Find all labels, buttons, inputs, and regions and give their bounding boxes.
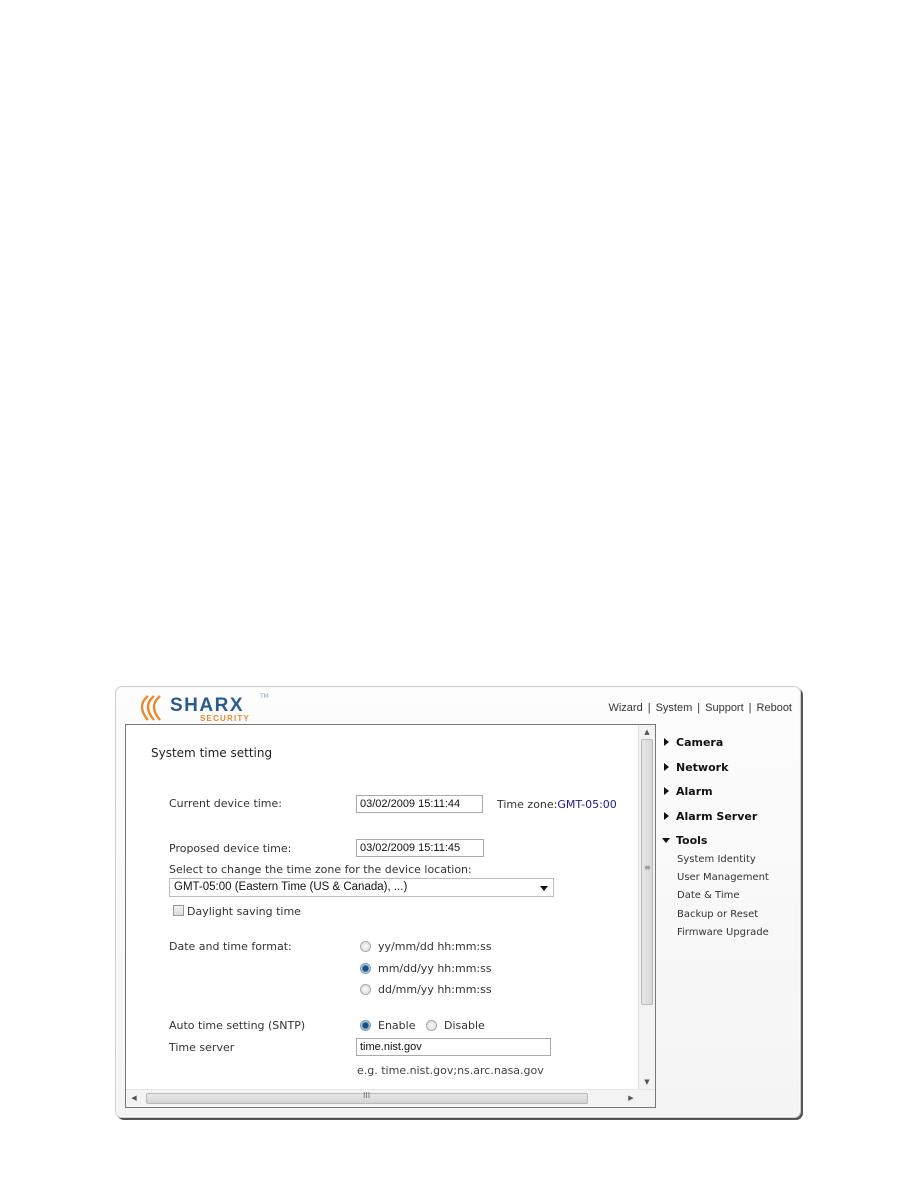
nav-reboot[interactable]: Reboot	[757, 702, 792, 714]
sidebar-subitem-system-identity[interactable]: System Identity	[662, 854, 802, 872]
nav-system[interactable]: System	[656, 702, 693, 714]
grip-icon: ≡	[644, 863, 651, 872]
sidebar-item-camera[interactable]: Camera	[662, 734, 802, 759]
sidebar-item-label: Network	[676, 760, 729, 774]
sidebar-item-label: Alarm	[676, 785, 713, 798]
brand-sub: SECURITY	[200, 714, 251, 723]
format-option-label: dd/mm/yy hh:mm:ss	[378, 983, 492, 996]
nav-separator: |	[697, 702, 701, 714]
vertical-scroll-thumb[interactable]: ≡	[641, 739, 653, 1005]
current-time-field[interactable]: 03/02/2009 15:11:44	[356, 795, 483, 813]
scroll-left-icon[interactable]: ◀	[126, 1090, 142, 1107]
sntp-enable-label: Enable	[378, 1019, 416, 1032]
sidebar-item-network[interactable]: Network	[662, 759, 802, 784]
nav-separator: |	[647, 702, 651, 714]
sharx-logo: SHARX SECURITY TM	[134, 693, 269, 723]
trademark: TM	[260, 693, 269, 700]
top-nav: Wizard | System | Support | Reboot	[608, 702, 792, 714]
timezone-label: Time zone:	[497, 798, 558, 811]
sidebar-subitem-user-management[interactable]: User Management	[662, 872, 802, 890]
scroll-down-icon[interactable]: ▼	[639, 1075, 655, 1089]
grip-icon: III	[363, 1091, 371, 1100]
app-window: SHARX SECURITY TM Wizard | System | Support |…	[115, 686, 801, 1118]
caret-down-icon	[662, 838, 670, 843]
date-format-label: Date and time format:	[169, 940, 292, 953]
timezone-value: GMT-05:00	[557, 798, 617, 811]
nav-support[interactable]: Support	[705, 702, 744, 714]
caret-right-icon	[664, 787, 669, 795]
sidebar: Camera Network Alarm Alarm Server Tools …	[662, 734, 802, 945]
proposed-time-field[interactable]: 03/02/2009 15:11:45	[356, 839, 484, 857]
content-panel: System time setting Current device time:…	[125, 724, 656, 1108]
sidebar-item-tools[interactable]: Tools	[662, 832, 802, 854]
sidebar-item-label: Camera	[676, 736, 724, 749]
sidebar-subitem-backup-reset[interactable]: Backup or Reset	[662, 909, 802, 927]
time-server-hint: e.g. time.nist.gov;ns.arc.nasa.gov	[357, 1064, 544, 1077]
format-radio-mmddyy[interactable]	[360, 963, 371, 974]
caret-right-icon	[664, 762, 669, 771]
sidebar-subitem-date-time[interactable]: Date & Time	[662, 890, 802, 908]
time-server-label: Time server	[169, 1041, 235, 1054]
timezone-readout: Time zone:GMT-05:00	[497, 798, 617, 811]
scroll-up-icon[interactable]: ▲	[639, 725, 655, 739]
format-radio-ddmmyy[interactable]	[360, 984, 371, 995]
format-option-label: mm/dd/yy hh:mm:ss	[378, 962, 492, 975]
sntp-disable-radio[interactable]	[426, 1020, 437, 1031]
caret-right-icon	[664, 738, 669, 746]
timezone-select[interactable]: GMT-05:00 (Eastern Time (US & Canada), .…	[169, 878, 554, 897]
format-radio-yymmdd[interactable]	[360, 941, 371, 952]
horizontal-scroll-thumb[interactable]: III	[146, 1091, 588, 1104]
time-server-input[interactable]: time.nist.gov	[356, 1038, 551, 1056]
timezone-select-label: Select to change the time zone for the d…	[169, 863, 472, 876]
caret-right-icon	[664, 811, 669, 820]
sntp-disable-label: Disable	[444, 1019, 485, 1032]
daylight-saving-checkbox[interactable]	[173, 905, 184, 916]
chevron-down-icon	[540, 886, 548, 891]
nav-wizard[interactable]: Wizard	[608, 702, 642, 714]
sntp-label: Auto time setting (SNTP)	[169, 1019, 306, 1032]
page-title: System time setting	[151, 746, 273, 760]
logo-swoosh-icon	[140, 695, 161, 721]
nav-separator: |	[748, 702, 752, 714]
daylight-saving-label: Daylight saving time	[187, 905, 301, 918]
sidebar-subitem-firmware-upgrade[interactable]: Firmware Upgrade	[662, 927, 802, 945]
sntp-enable-radio[interactable]	[360, 1020, 371, 1031]
sidebar-item-label: Tools	[676, 834, 708, 847]
current-time-label: Current device time:	[169, 797, 282, 810]
sidebar-item-label: Alarm Server	[676, 809, 758, 823]
proposed-time-label: Proposed device time:	[169, 842, 292, 855]
scroll-right-icon[interactable]: ▶	[623, 1090, 639, 1107]
sidebar-item-alarm-server[interactable]: Alarm Server	[662, 808, 802, 833]
format-option-label: yy/mm/dd hh:mm:ss	[378, 940, 492, 953]
sidebar-item-alarm[interactable]: Alarm	[662, 783, 802, 808]
horizontal-scrollbar[interactable]: ◀ III ▶	[126, 1089, 655, 1107]
timezone-select-value: GMT-05:00 (Eastern Time (US & Canada), .…	[174, 881, 408, 893]
vertical-scrollbar[interactable]: ▲ ≡ ▼	[638, 725, 655, 1089]
